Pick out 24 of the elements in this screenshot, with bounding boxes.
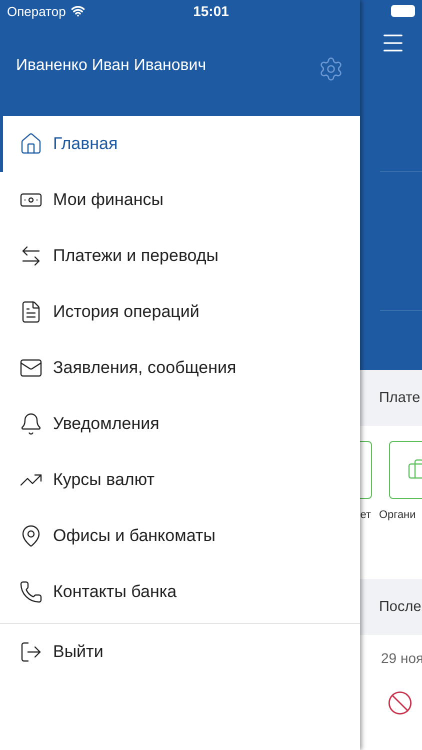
settings-icon[interactable] <box>318 56 344 82</box>
battery-icon <box>391 5 415 17</box>
wifi-icon <box>70 4 85 18</box>
menu-item[interactable]: Мои финансы <box>0 172 360 228</box>
section-header: Плате <box>360 370 422 426</box>
menu-item[interactable]: Заявления, сообщения <box>0 340 360 396</box>
tile-label: Органи <box>379 509 416 521</box>
menu-item[interactable]: Платежи и переводы <box>0 228 360 284</box>
section-header: После <box>360 579 422 635</box>
menu-item[interactable]: Офисы и банкоматы <box>0 508 360 564</box>
menu-item[interactable]: Контакты банка <box>0 564 360 620</box>
menu-item[interactable]: История операций <box>0 284 360 340</box>
house-icon <box>19 132 43 156</box>
logout-icon <box>19 640 43 664</box>
tile-label: ет <box>360 509 371 521</box>
user-name: Иваненко Иван Иванович <box>16 57 206 75</box>
phone-icon <box>19 580 43 604</box>
carrier-name: Оператор <box>7 4 66 18</box>
status-time: 15:01 <box>193 3 229 19</box>
menu-item[interactable]: Уведомления <box>0 396 360 452</box>
logout-item[interactable]: Выйти <box>0 624 360 680</box>
menu-item[interactable]: Курсы валют <box>0 452 360 508</box>
bell-icon <box>19 412 43 436</box>
prohibited-icon <box>387 690 413 716</box>
